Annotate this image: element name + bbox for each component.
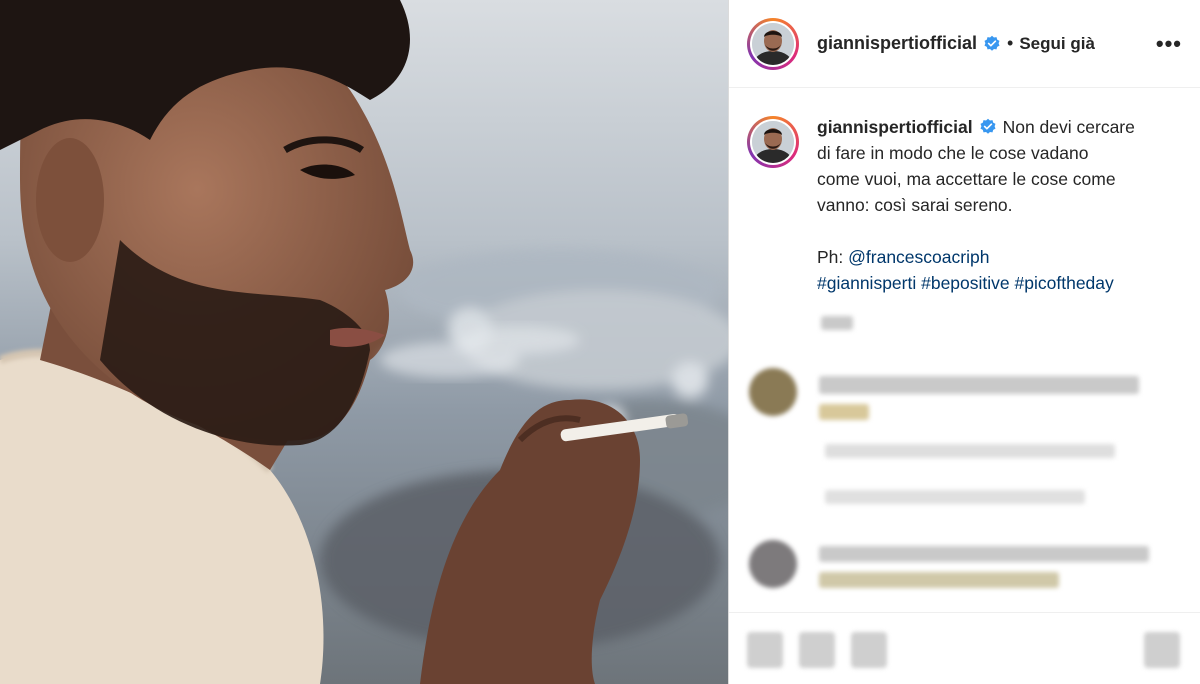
avatar-face-icon xyxy=(752,121,794,163)
divider xyxy=(729,612,1200,613)
photographer-mention-link[interactable]: @francescoacriph xyxy=(848,247,989,267)
action-bar-redacted xyxy=(747,632,887,668)
bookmark-icon[interactable] xyxy=(1144,632,1180,668)
caption-timestamp-redacted xyxy=(821,316,853,330)
post-side-panel: giannispertiofficial • Segui già ••• gia… xyxy=(728,0,1200,684)
view-replies-redacted xyxy=(825,490,1085,504)
follow-status-button[interactable]: Segui già xyxy=(1019,34,1095,54)
more-options-icon[interactable]: ••• xyxy=(1156,31,1182,57)
caption-avatar-image xyxy=(752,121,794,163)
avatar-face-icon xyxy=(752,22,794,65)
caption-line-3: come vuoi, ma accettare le cose come xyxy=(817,169,1116,189)
like-icon[interactable] xyxy=(747,632,783,668)
photo-illustration xyxy=(0,0,728,684)
caption-block: giannispertiofficial Non devi cercare di… xyxy=(729,88,1200,296)
comment-meta-redacted xyxy=(825,444,1115,458)
header-username[interactable]: giannispertiofficial xyxy=(817,33,977,54)
avatar-image xyxy=(752,22,794,65)
header-separator: • xyxy=(1007,33,1014,53)
post-photo[interactable] xyxy=(0,0,728,684)
caption-line-2: di fare in modo che le cose vadano xyxy=(817,143,1089,163)
comment-text-redacted xyxy=(819,572,1059,588)
comment-text-redacted xyxy=(819,404,869,420)
caption-line-1: Non devi cercare xyxy=(1002,117,1135,137)
avatar[interactable] xyxy=(747,17,799,70)
caption-username[interactable]: giannispertiofficial xyxy=(817,117,973,137)
caption-text: giannispertiofficial Non devi cercare di… xyxy=(817,114,1182,296)
instagram-post: giannispertiofficial • Segui già ••• gia… xyxy=(0,0,1200,684)
hashtag-link[interactable]: #picoftheday xyxy=(1015,273,1114,293)
caption-line-4: vanno: così sarai sereno. xyxy=(817,195,1013,215)
comment-text-redacted xyxy=(819,546,1149,562)
comment-text-redacted xyxy=(819,376,1139,394)
share-icon[interactable] xyxy=(851,632,887,668)
verified-badge-icon xyxy=(980,118,996,134)
comment-avatar-redacted xyxy=(749,368,797,416)
verified-badge-icon xyxy=(984,35,1000,51)
caption-avatar[interactable] xyxy=(747,116,799,168)
comment-icon[interactable] xyxy=(799,632,835,668)
post-header: giannispertiofficial • Segui già ••• xyxy=(729,0,1200,88)
comment-avatar-redacted xyxy=(749,540,797,588)
caption-credit-prefix: Ph: xyxy=(817,247,849,267)
hashtag-link[interactable]: #giannisperti xyxy=(817,273,916,293)
hashtag-link[interactable]: #bepositive xyxy=(921,273,1010,293)
